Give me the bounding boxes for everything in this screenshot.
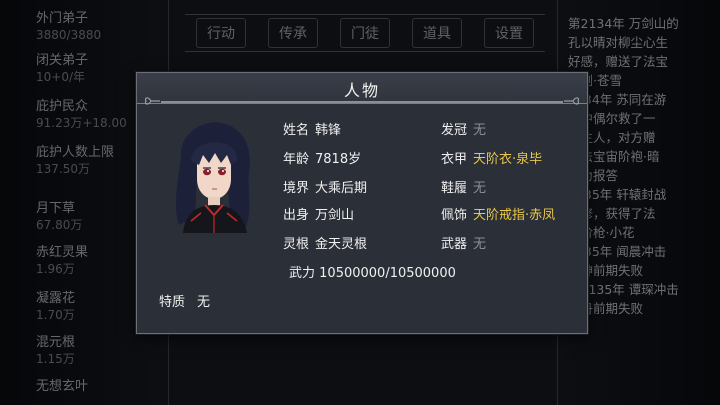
field-value: 天阶戒指·赤凤 <box>473 208 556 223</box>
field-value: 10500000/10500000 <box>319 266 456 281</box>
field-value: 无 <box>197 295 211 310</box>
field-power: 武力 10500000/10500000 <box>289 262 456 281</box>
field-label: 特质 <box>159 295 186 310</box>
field-label: 衣甲 <box>441 152 468 167</box>
field-label: 发冠 <box>441 123 468 138</box>
field-label: 武器 <box>441 237 468 252</box>
field-value: 无 <box>473 237 487 252</box>
field-label: 境界 <box>283 181 310 196</box>
equip-accessory[interactable]: 佩饰 天阶戒指·赤凤 <box>441 204 555 223</box>
field-label: 佩饰 <box>441 208 468 223</box>
field-value: 无 <box>473 181 487 196</box>
field-label: 武力 <box>289 266 316 281</box>
equip-armor[interactable]: 衣甲 天阶衣·泉毕 <box>441 148 542 167</box>
field-value: 天阶衣·泉毕 <box>473 152 543 167</box>
character-dialog: 人物 姓名 韩锋 年龄 7818岁 境界 大乘后期 出身 万剑山 灵根 金天灵根… <box>136 72 588 334</box>
field-label: 姓名 <box>283 123 310 138</box>
field-value: 万剑山 <box>315 208 355 223</box>
field-label: 灵根 <box>283 237 310 252</box>
field-age: 年龄 7818岁 <box>283 148 361 167</box>
field-value: 无 <box>473 123 487 138</box>
field-realm: 境界 大乘后期 <box>283 177 367 196</box>
equip-shoes[interactable]: 鞋履无 <box>441 177 486 196</box>
equip-crown[interactable]: 发冠无 <box>441 119 486 138</box>
field-value: 韩锋 <box>315 123 342 138</box>
ornament-right-icon <box>564 97 580 105</box>
field-origin: 出身 万剑山 <box>283 204 354 223</box>
field-label: 年龄 <box>283 152 310 167</box>
field-spirit-root: 灵根 金天灵根 <box>283 233 367 252</box>
field-value: 7818岁 <box>315 152 362 167</box>
dialog-title: 人物 <box>343 81 380 100</box>
field-label: 鞋履 <box>441 181 468 196</box>
field-value: 金天灵根 <box>315 237 368 252</box>
ornament-left-icon <box>144 97 160 105</box>
header-divider <box>161 101 563 103</box>
character-portrait <box>175 122 250 233</box>
field-name: 姓名 韩锋 <box>283 119 341 138</box>
field-trait: 特质无 <box>159 291 210 310</box>
equip-weapon[interactable]: 武器无 <box>441 233 486 252</box>
field-value: 大乘后期 <box>315 181 368 196</box>
field-label: 出身 <box>283 208 310 223</box>
